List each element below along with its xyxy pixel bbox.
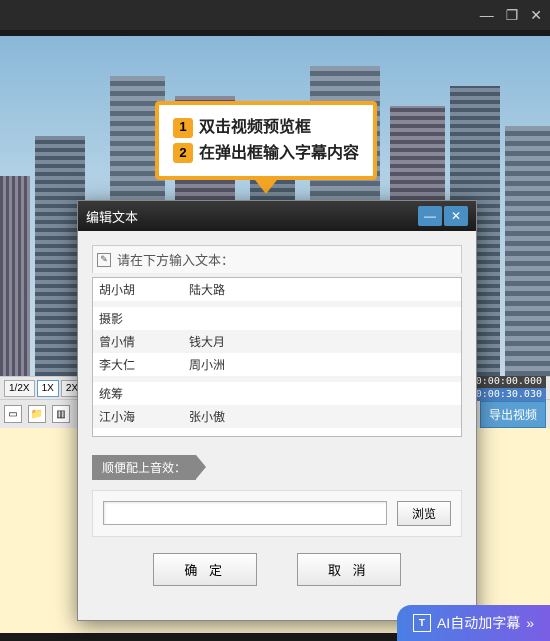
ai-button-label: AI自动加字幕 [437, 613, 520, 633]
cancel-button[interactable]: 取 消 [297, 553, 401, 586]
callout-arrow-icon [252, 176, 280, 194]
chevron-right-icon: » [526, 615, 534, 631]
ai-subtitle-icon: T [413, 614, 431, 632]
step-badge-1: 1 [173, 118, 193, 138]
text-row[interactable]: 李大仁周小洲 [93, 353, 461, 376]
step-text-2: 在弹出框输入字幕内容 [199, 141, 359, 167]
time-display: 0:00:00.000 0:00:30.030 [472, 375, 546, 401]
instruction-callout: 1 双击视频预览框 2 在弹出框输入字幕内容 [155, 101, 377, 180]
edit-icon: ✎ [97, 253, 111, 267]
sound-effect-label: 顺便配上音效： [92, 455, 196, 480]
close-icon[interactable]: ✕ [530, 7, 542, 24]
text-input-list[interactable]: 胡小胡陆大路摄影曾小倩钱大月李大仁周小洲统筹江小海张小傲 [92, 277, 462, 437]
step-text-1: 双击视频预览框 [199, 115, 311, 141]
minimize-icon[interactable]: — [480, 7, 494, 23]
input-prompt-text: 请在下方输入文本： [117, 250, 234, 269]
browse-button[interactable]: 浏览 [397, 501, 451, 526]
input-prompt: ✎ 请在下方输入文本： [92, 245, 462, 273]
edit-text-dialog: 编辑文本 — ✕ ✎ 请在下方输入文本： 胡小胡陆大路摄影曾小倩钱大月李大仁周小… [77, 200, 477, 621]
speed-half-button[interactable]: 1/2X [4, 380, 35, 397]
tool-icon-3[interactable]: ▥ [52, 405, 70, 423]
maximize-icon[interactable]: ❐ [506, 7, 519, 24]
dialog-close-icon[interactable]: ✕ [444, 206, 468, 226]
export-video-button[interactable]: 导出视频 [480, 401, 546, 428]
step-badge-2: 2 [173, 143, 193, 163]
speed-1x-button[interactable]: 1X [37, 380, 59, 397]
app-titlebar: — ❐ ✕ [0, 0, 550, 30]
text-row[interactable]: 统筹 [93, 382, 461, 405]
ok-button[interactable]: 确 定 [153, 553, 257, 586]
time-current: 0:00:00.000 [472, 375, 546, 388]
ai-auto-subtitle-button[interactable]: T AI自动加字幕 » [397, 605, 550, 641]
dialog-title: 编辑文本 [86, 207, 138, 226]
time-total: 0:00:30.030 [472, 388, 546, 401]
text-row[interactable]: 曾小倩钱大月 [93, 330, 461, 353]
sound-file-input[interactable] [103, 501, 387, 525]
dialog-minimize-icon[interactable]: — [418, 206, 442, 226]
dialog-titlebar[interactable]: 编辑文本 — ✕ [78, 201, 476, 231]
text-row[interactable]: 胡小胡陆大路 [93, 278, 461, 301]
text-row[interactable]: 摄影 [93, 307, 461, 330]
tool-icon-1[interactable]: ▭ [4, 405, 22, 423]
text-row[interactable]: 江小海张小傲 [93, 405, 461, 428]
folder-icon[interactable]: 📁 [28, 405, 46, 423]
